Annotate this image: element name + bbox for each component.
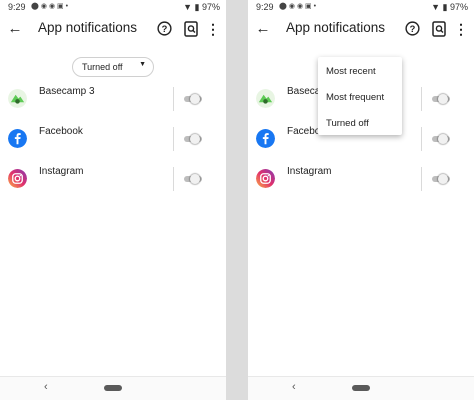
- battery-level: 97%: [201, 2, 220, 12]
- battery-icon: ▮: [442, 2, 448, 12]
- row-divider: [421, 167, 422, 191]
- menu-item-label: Most recent: [326, 66, 376, 77]
- navigation-bar: ‹: [0, 376, 226, 400]
- app-bar: ← App notifications ? ⋮: [248, 13, 474, 45]
- app-row-basecamp[interactable]: Basecamp 3: [0, 81, 226, 117]
- notification-toggle[interactable]: [432, 94, 450, 104]
- app-row-facebook[interactable]: Facebook: [0, 121, 226, 157]
- svg-text:?: ?: [162, 24, 168, 34]
- menu-item-turned-off[interactable]: Turned off: [318, 109, 402, 135]
- status-right: ▼ ▮ 97%: [431, 2, 468, 13]
- facebook-icon: [256, 129, 275, 148]
- app-row-instagram[interactable]: Instagram: [0, 161, 226, 197]
- page-title: App notifications: [38, 20, 138, 35]
- status-time: 9:29: [256, 2, 274, 12]
- back-arrow-icon[interactable]: ←: [254, 20, 272, 38]
- app-name: Instagram: [287, 166, 332, 177]
- battery-icon: ▮: [194, 2, 200, 12]
- menu-item-most-recent[interactable]: Most recent: [318, 57, 402, 83]
- notification-toggle[interactable]: [432, 174, 450, 184]
- instagram-icon: [8, 169, 27, 188]
- battery-level: 97%: [449, 2, 468, 12]
- sort-dropdown[interactable]: Turned off ▼: [72, 57, 154, 77]
- instagram-icon: [256, 169, 275, 188]
- sort-dropdown-label: Turned off: [82, 62, 123, 72]
- nav-back-icon[interactable]: ‹: [44, 381, 48, 393]
- facebook-icon: [8, 129, 27, 148]
- notification-icons: ⬤◉◉▣•: [279, 3, 319, 10]
- row-divider: [421, 87, 422, 111]
- status-bar: 9:29 ⬤◉◉▣• ▼ ▮ 97%: [248, 0, 474, 13]
- basecamp-icon: [8, 89, 27, 108]
- wifi-icon: ▼: [183, 2, 192, 12]
- home-pill[interactable]: [104, 385, 122, 391]
- search-document-icon[interactable]: [432, 21, 446, 37]
- screen-left: 9:29 ⬤◉◉▣• ▼ ▮ 97% ← App notifications ?…: [0, 0, 226, 400]
- help-icon[interactable]: ?: [157, 21, 172, 36]
- status-time: 9:29: [8, 2, 26, 12]
- home-pill[interactable]: [352, 385, 370, 391]
- row-divider: [173, 167, 174, 191]
- row-divider: [421, 127, 422, 151]
- nav-back-icon[interactable]: ‹: [292, 381, 296, 393]
- row-divider: [173, 127, 174, 151]
- page-title: App notifications: [286, 20, 386, 35]
- basecamp-icon: [256, 89, 275, 108]
- menu-item-most-frequent[interactable]: Most frequent: [318, 83, 402, 109]
- app-name: Facebook: [39, 126, 83, 137]
- back-arrow-icon[interactable]: ←: [6, 20, 24, 38]
- notification-toggle[interactable]: [432, 134, 450, 144]
- row-divider: [173, 87, 174, 111]
- notification-toggle[interactable]: [184, 134, 202, 144]
- more-options-icon[interactable]: ⋮: [206, 21, 220, 37]
- notification-toggle[interactable]: [184, 174, 202, 184]
- app-name: Instagram: [39, 166, 84, 177]
- caret-down-icon: ▼: [139, 61, 146, 68]
- app-row-instagram[interactable]: Instagram: [248, 161, 474, 197]
- app-name: Basecamp 3: [39, 86, 95, 97]
- app-bar: ← App notifications ? ⋮: [0, 13, 226, 45]
- notification-icons: ⬤◉◉▣•: [31, 3, 71, 10]
- more-options-icon[interactable]: ⋮: [454, 21, 468, 37]
- menu-item-label: Most frequent: [326, 92, 385, 103]
- help-icon[interactable]: ?: [405, 21, 420, 36]
- menu-item-label: Turned off: [326, 118, 369, 129]
- status-bar: 9:29 ⬤◉◉▣• ▼ ▮ 97%: [0, 0, 226, 13]
- notification-toggle[interactable]: [184, 94, 202, 104]
- navigation-bar: ‹: [248, 376, 474, 400]
- svg-text:?: ?: [410, 24, 416, 34]
- search-document-icon[interactable]: [184, 21, 198, 37]
- wifi-icon: ▼: [431, 2, 440, 12]
- sort-menu: Most recent Most frequent Turned off: [318, 57, 402, 135]
- status-right: ▼ ▮ 97%: [183, 2, 220, 13]
